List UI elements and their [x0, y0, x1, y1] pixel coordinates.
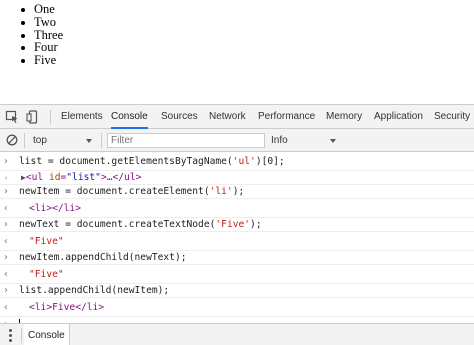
- console-input-line: › list.appendChild(newItem);: [0, 284, 474, 298]
- console-input-line: › list = document.getElementsByTagName('…: [0, 152, 474, 171]
- tab-performance[interactable]: Performance: [258, 105, 315, 129]
- input-prompt-icon: ›: [3, 252, 9, 263]
- console-output-text[interactable]: <ul id="list">…</ul>: [26, 172, 142, 183]
- console-input-text: newText = document.createTextNode('Five'…: [19, 219, 262, 230]
- console-output-line: ‹ ▶<ul id="list">…</ul>: [0, 171, 474, 185]
- tab-application[interactable]: Application: [374, 105, 423, 129]
- console-output[interactable]: › list = document.getElementsByTagName('…: [0, 152, 474, 330]
- console-output-line: ‹ <li>Five</li>: [0, 298, 474, 317]
- context-selector-label: top: [33, 135, 47, 146]
- toolbar-divider: [24, 133, 25, 148]
- toolbar-divider: [21, 328, 22, 343]
- tab-security[interactable]: Security: [434, 105, 470, 129]
- console-output-line: ‹ "Five": [0, 232, 474, 251]
- drawer-tab-console[interactable]: Console: [24, 324, 70, 345]
- tab-memory[interactable]: Memory: [326, 105, 362, 129]
- console-output-text[interactable]: <li></li>: [29, 199, 81, 218]
- tab-elements[interactable]: Elements: [61, 105, 103, 129]
- page-content: One Two Three Four Five: [0, 0, 474, 104]
- filter-input[interactable]: [107, 133, 265, 148]
- input-prompt-icon: ›: [3, 156, 9, 167]
- toolbar-divider: [50, 110, 51, 124]
- console-input-line: › newItem.appendChild(newText);: [0, 251, 474, 265]
- tab-network[interactable]: Network: [209, 105, 246, 129]
- chevron-down-icon: [86, 139, 92, 143]
- devtools-tab-bar: Elements Console Sources Network Perform…: [0, 105, 474, 129]
- tab-console[interactable]: Console: [111, 105, 148, 129]
- result-arrow-icon: ‹: [4, 174, 9, 182]
- log-level-label: Info: [271, 135, 288, 146]
- console-input-line: › newText = document.createTextNode('Fiv…: [0, 218, 474, 232]
- drawer-tab-bar: Console: [0, 323, 474, 345]
- list-item: One: [18, 3, 63, 16]
- console-input-text: list = document.getElementsByTagName('ul…: [19, 156, 285, 167]
- inspect-element-icon[interactable]: [5, 110, 19, 127]
- result-arrow-icon: ‹: [3, 269, 9, 280]
- tab-sources[interactable]: Sources: [161, 105, 198, 129]
- console-output-line: ‹ "Five": [0, 265, 474, 284]
- list: One Two Three Four Five: [18, 3, 63, 67]
- console-toolbar: top Info: [0, 129, 474, 152]
- console-output-text[interactable]: <li>Five</li>: [29, 298, 104, 317]
- console-input-text: list.appendChild(newItem);: [19, 285, 170, 296]
- toolbar-divider: [101, 133, 102, 148]
- input-prompt-icon: ›: [3, 285, 9, 296]
- clear-console-icon[interactable]: [6, 134, 18, 149]
- devtools-panel: Elements Console Sources Network Perform…: [0, 104, 474, 345]
- chevron-down-icon: [330, 139, 336, 143]
- result-arrow-icon: ‹: [3, 236, 9, 247]
- console-output-line: ‹ <li></li>: [0, 199, 474, 218]
- console-output-text: "Five": [29, 236, 64, 247]
- result-arrow-icon: ‹: [3, 203, 9, 214]
- more-vertical-icon[interactable]: [9, 329, 12, 342]
- list-item: Two: [18, 15, 63, 29]
- console-input-line: › newItem = document.createElement('li')…: [0, 185, 474, 199]
- device-toolbar-icon[interactable]: [26, 110, 40, 127]
- console-input-text: newItem = document.createElement('li');: [19, 186, 245, 197]
- list-item: Five: [18, 54, 63, 67]
- console-output-text: "Five": [29, 269, 64, 280]
- input-prompt-icon: ›: [3, 219, 9, 230]
- console-input-text: newItem.appendChild(newText);: [19, 252, 187, 263]
- input-prompt-icon: ›: [3, 186, 9, 197]
- result-arrow-icon: ‹: [3, 302, 9, 313]
